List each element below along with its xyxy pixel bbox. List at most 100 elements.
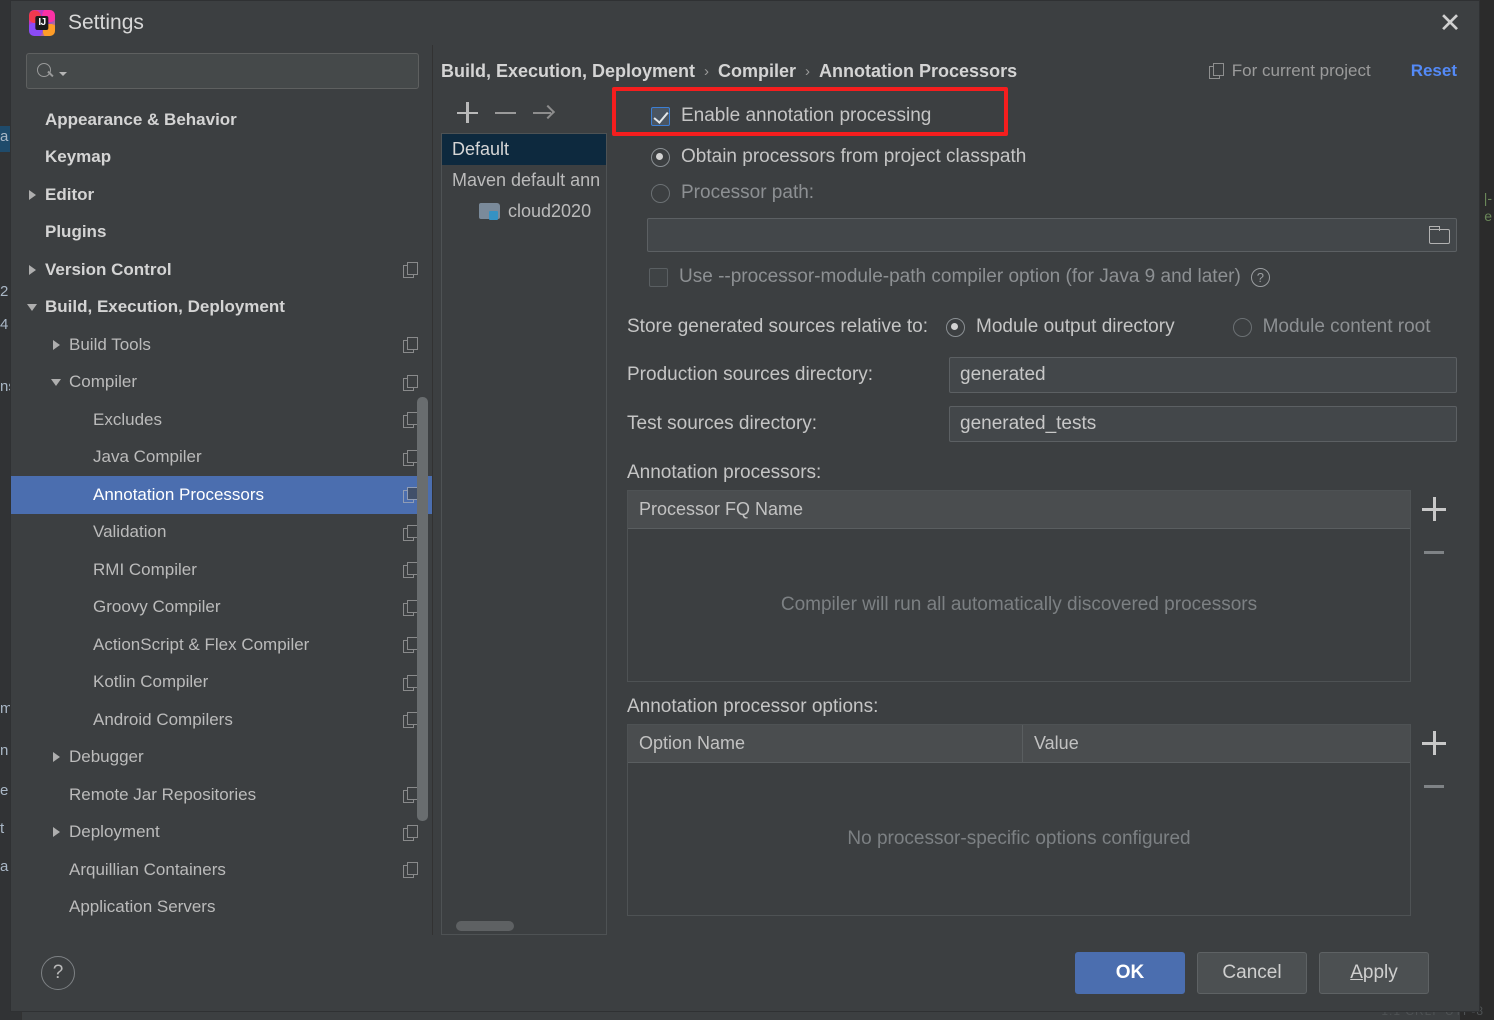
processor-module-path-row[interactable]: Use --processor-module-path compiler opt… [627, 258, 1457, 296]
sidebar-item-version-control[interactable]: Version Control [11, 251, 432, 289]
profile-list-item[interactable]: Maven default ann [442, 165, 606, 196]
stack-copy-icon [403, 862, 418, 879]
ide-bg-code-fragment: e [1484, 208, 1492, 224]
arrow-right-icon[interactable] [533, 102, 555, 124]
sidebar-item-label: Android Compilers [93, 709, 233, 729]
option-value-column-header[interactable]: Value [1022, 725, 1410, 762]
sidebar-item-remote-jar-repositories[interactable]: Remote Jar Repositories [11, 776, 432, 814]
obtain-from-classpath-radio[interactable] [651, 147, 670, 167]
breadcrumb-separator: › [704, 62, 710, 80]
minus-icon[interactable] [495, 102, 517, 124]
sidebar-item-plugins[interactable]: Plugins [11, 214, 432, 252]
plus-icon[interactable] [457, 102, 479, 124]
sidebar-item-appearance-behavior[interactable]: Appearance & Behavior [11, 101, 432, 139]
intellij-idea-logo-icon [29, 10, 55, 36]
stack-copy-icon [403, 637, 418, 654]
chevron-down-icon[interactable] [25, 299, 41, 315]
module-output-directory-option[interactable]: Module output directory [946, 316, 1175, 338]
test-sources-input[interactable] [960, 412, 1446, 435]
sidebar-item-java-compiler[interactable]: Java Compiler [11, 439, 432, 477]
chevron-right-icon[interactable] [49, 824, 65, 840]
module-content-root-option[interactable]: Module content root [1232, 316, 1431, 338]
sidebar-item-groovy-compiler[interactable]: Groovy Compiler [11, 589, 432, 627]
chevron-down-icon[interactable] [49, 374, 65, 390]
cancel-button[interactable]: Cancel [1197, 952, 1307, 994]
chevron-right-icon[interactable] [25, 187, 41, 203]
chevron-down-icon[interactable] [59, 72, 67, 76]
enable-annotation-processing-row[interactable]: Enable annotation processing [627, 97, 1457, 135]
remove-option-button[interactable] [1422, 774, 1446, 798]
breadcrumb-item-0[interactable]: Build, Execution, Deployment [441, 61, 695, 82]
production-sources-input[interactable] [960, 363, 1446, 386]
sidebar-item-keymap[interactable]: Keymap [11, 139, 432, 177]
sidebar-search-wrap [11, 45, 432, 99]
sidebar-item-excludes[interactable]: Excludes [11, 401, 432, 439]
stack-copy-icon [403, 487, 418, 504]
search-input[interactable] [67, 62, 410, 80]
enable-annotation-processing-checkbox[interactable] [651, 106, 670, 126]
sidebar-item-compiler[interactable]: Compiler [11, 364, 432, 402]
sidebar-item-debugger[interactable]: Debugger [11, 739, 432, 777]
sidebar-scrollbar-thumb[interactable] [417, 397, 428, 821]
processor-module-path-checkbox[interactable] [649, 267, 668, 287]
sidebar-item-kotlin-compiler[interactable]: Kotlin Compiler [11, 664, 432, 702]
breadcrumb-item-1[interactable]: Compiler [718, 61, 796, 82]
option-name-column-header[interactable]: Option Name [628, 725, 1022, 762]
obtain-from-classpath-row[interactable]: Obtain processors from project classpath [627, 139, 1457, 175]
ide-bg-text-fragment: 2 [0, 283, 9, 300]
sidebar-item-deployment[interactable]: Deployment [11, 814, 432, 852]
annotation-processors-title: Annotation processors: [627, 462, 822, 483]
settings-dialog: Settings ✕ Appearance & Behavior Keymap Ed… [10, 0, 1480, 1012]
profile-list-item[interactable]: cloud2020 [442, 196, 606, 227]
processor-path-radio[interactable] [651, 183, 670, 203]
chevron-right-icon[interactable] [49, 337, 65, 353]
module-content-root-radio[interactable] [1232, 317, 1252, 337]
help-button[interactable]: ? [41, 956, 75, 990]
close-icon[interactable]: ✕ [1427, 3, 1473, 43]
ide-bg-text-fragment: n [0, 742, 9, 759]
sidebar-item-actionscript-flex-compiler[interactable]: ActionScript & Flex Compiler [11, 626, 432, 664]
sidebar-item-build-execution-deployment[interactable]: Build, Execution, Deployment [11, 289, 432, 327]
sidebar-item-label: Annotation Processors [93, 484, 265, 504]
settings-form: Enable annotation processing Obtain proc… [627, 93, 1457, 935]
remove-processor-button[interactable] [1422, 540, 1446, 564]
dialog-titlebar: Settings ✕ [11, 1, 1479, 45]
enable-annotation-processing-label: Enable annotation processing [681, 105, 932, 126]
ok-button[interactable]: OK [1075, 952, 1185, 994]
stack-copy-icon [403, 562, 418, 579]
chevron-right-icon[interactable] [49, 749, 65, 765]
processor-path-input[interactable] [658, 225, 1428, 245]
apply-button[interactable]: Apply [1319, 952, 1429, 994]
processor-path-field[interactable] [647, 218, 1457, 252]
module-output-directory-radio[interactable] [946, 317, 966, 337]
production-sources-label: Production sources directory: [627, 363, 874, 385]
sidebar-item-validation[interactable]: Validation [11, 514, 432, 552]
folder-icon[interactable] [1428, 226, 1450, 244]
sidebar-item-android-compilers[interactable]: Android Compilers [11, 701, 432, 739]
annotation-processor-options-title: Annotation processor options: [627, 696, 879, 717]
sidebar-item-application-servers[interactable]: Application Servers [11, 889, 432, 927]
test-sources-field[interactable] [949, 405, 1457, 442]
sidebar-item-annotation-processors[interactable]: Annotation Processors [11, 476, 432, 514]
search-box[interactable] [26, 53, 419, 89]
sidebar-item-editor[interactable]: Editor [11, 176, 432, 214]
sidebar-item-build-tools[interactable]: Build Tools [11, 326, 432, 364]
sidebar-item-rmi-compiler[interactable]: RMI Compiler [11, 551, 432, 589]
options-table-body[interactable]: No processor-specific options configured [628, 763, 1410, 915]
question-circle-icon[interactable]: ? [1250, 267, 1270, 287]
chevron-right-icon[interactable] [25, 262, 41, 278]
profile-list-horizontal-scrollbar[interactable] [456, 921, 514, 931]
processors-table-body[interactable]: Compiler will run all automatically disc… [628, 529, 1410, 681]
add-option-button[interactable] [1422, 731, 1446, 755]
processor-path-row[interactable]: Processor path: [627, 175, 1457, 211]
processors-column-header[interactable]: Processor FQ Name [628, 491, 1410, 528]
test-sources-row: Test sources directory: [627, 399, 1457, 448]
for-current-project-text: For current project [1231, 61, 1371, 80]
profile-list-item[interactable]: Default [442, 134, 606, 165]
processors-table-actions [1411, 490, 1457, 682]
production-sources-field[interactable] [949, 356, 1457, 393]
reset-link[interactable]: Reset [1411, 61, 1457, 81]
sidebar-item-arquillian-containers[interactable]: Arquillian Containers [11, 851, 432, 889]
add-processor-button[interactable] [1422, 497, 1446, 521]
